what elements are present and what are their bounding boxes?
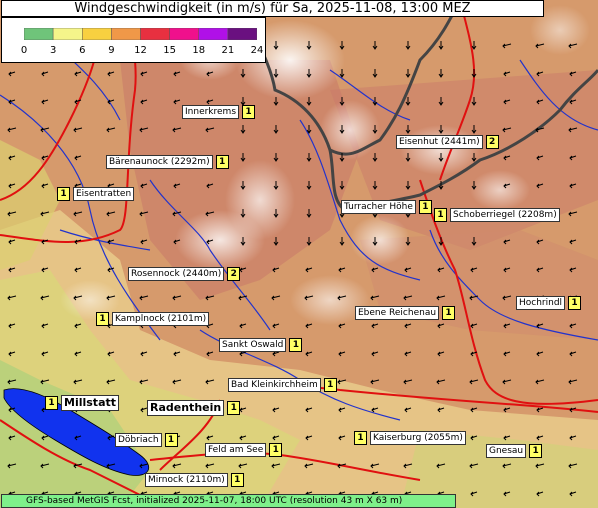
place-name: Rosennock (2440m) bbox=[128, 267, 225, 281]
wind-speed-badge: 1 bbox=[242, 105, 256, 119]
legend-swatch bbox=[169, 28, 199, 40]
place-label[interactable]: Bärenaunock (2292m) 1 bbox=[106, 155, 229, 169]
wind-speed-badge: 1 bbox=[57, 187, 70, 201]
wind-speed-badge: 1 bbox=[529, 444, 543, 458]
place-label[interactable]: 1 Millstatt bbox=[45, 395, 120, 411]
wind-speed-badge: 1 bbox=[227, 401, 241, 415]
legend-tick-label: 18 bbox=[192, 45, 206, 56]
legend-tick-label: 0 bbox=[20, 45, 28, 56]
place-name: Kamplnock (2101m) bbox=[112, 312, 210, 326]
place-name: Eisenhut (2441m) bbox=[396, 135, 483, 149]
place-name: Gnesau bbox=[486, 444, 527, 458]
legend-tick-label: 15 bbox=[163, 45, 176, 56]
legend-tick-label: 12 bbox=[134, 45, 147, 56]
place-name: Bärenaunock (2292m) bbox=[106, 155, 213, 169]
place-label[interactable]: 1 Kamplnock (2101m) bbox=[96, 312, 210, 326]
place-name: Sankt Oswald bbox=[219, 338, 287, 352]
place-label[interactable]: Ebene Reichenau 1 bbox=[355, 306, 456, 320]
place-label[interactable]: Hochrindl 1 bbox=[516, 296, 582, 310]
place-label[interactable]: Bad Kleinkirchheim 1 bbox=[228, 378, 337, 392]
legend-swatch bbox=[111, 28, 141, 40]
place-label[interactable]: Sankt Oswald 1 bbox=[219, 338, 303, 352]
wind-speed-badge: 1 bbox=[568, 296, 582, 310]
wind-speed-badge: 1 bbox=[45, 396, 58, 410]
wind-speed-badge: 1 bbox=[442, 306, 456, 320]
legend-colorbar bbox=[24, 28, 257, 40]
place-name: Kaiserburg (2055m) bbox=[370, 431, 466, 445]
place-label[interactable]: Rosennock (2440m) 2 bbox=[128, 267, 241, 281]
place-label[interactable]: Feld am See 1 bbox=[205, 443, 283, 457]
place-label[interactable]: Eisenhut (2441m) 2 bbox=[396, 135, 499, 149]
wind-speed-badge: 2 bbox=[485, 135, 499, 149]
place-label[interactable]: Radenthein 1 bbox=[147, 400, 241, 416]
place-name: Bad Kleinkirchheim bbox=[228, 378, 321, 392]
legend-swatch bbox=[52, 28, 83, 40]
place-label[interactable]: Döbriach 1 bbox=[115, 433, 178, 447]
legend-swatch bbox=[140, 28, 170, 40]
place-name: Mirnock (2110m) bbox=[145, 473, 228, 487]
wind-speed-badge: 1 bbox=[230, 473, 244, 487]
place-label[interactable]: Gnesau 1 bbox=[486, 444, 543, 458]
wind-speed-badge: 1 bbox=[323, 378, 337, 392]
legend-tick-label: 3 bbox=[49, 45, 57, 56]
place-name: Döbriach bbox=[115, 433, 162, 447]
legend-swatch bbox=[227, 28, 257, 40]
legend-tick-label: 9 bbox=[108, 45, 115, 56]
legend-tick-label: 24 bbox=[250, 45, 264, 56]
place-name: Millstatt bbox=[61, 395, 120, 411]
place-label[interactable]: Innerkrems 1 bbox=[182, 105, 256, 119]
legend-swatch bbox=[198, 28, 229, 40]
wind-speed-badge: 1 bbox=[354, 431, 367, 445]
wind-speed-badge: 1 bbox=[96, 312, 109, 326]
place-name: Schoberriegel (2208m) bbox=[450, 208, 560, 222]
forecast-footer: GFS-based MetGIS Fcst, initialized 2025-… bbox=[1, 494, 456, 508]
wind-speed-badge: 1 bbox=[215, 155, 229, 169]
place-label[interactable]: Mirnock (2110m) 1 bbox=[145, 473, 244, 487]
place-name: Radenthein bbox=[147, 400, 225, 416]
place-name: Feld am See bbox=[205, 443, 267, 457]
legend-tick-label: 6 bbox=[79, 45, 86, 56]
place-label[interactable]: 1 Eisentratten bbox=[57, 187, 135, 201]
place-name: Eisentratten bbox=[73, 187, 135, 201]
map-title: Windgeschwindigkeit (in m/s) für Sa, 202… bbox=[1, 0, 544, 17]
place-label[interactable]: Turracher Höhe 1 bbox=[341, 200, 432, 214]
place-name: Ebene Reichenau bbox=[355, 306, 440, 320]
wind-speed-badge: 2 bbox=[227, 267, 241, 281]
wind-speed-badge: 1 bbox=[289, 338, 303, 352]
place-name: Turracher Höhe bbox=[341, 200, 416, 214]
legend-tick-label: 21 bbox=[221, 45, 235, 56]
place-name: Innerkrems bbox=[182, 105, 240, 119]
legend-swatch bbox=[24, 28, 54, 40]
legend-swatch bbox=[82, 28, 112, 40]
wind-speed-badge: 1 bbox=[418, 200, 432, 214]
wind-speed-badge: 1 bbox=[164, 433, 178, 447]
wind-speed-badge: 1 bbox=[434, 208, 447, 222]
wind-legend: 0 3 6 9 12 15 18 21 24 bbox=[1, 17, 266, 63]
place-label[interactable]: 1 Schoberriegel (2208m) bbox=[434, 208, 560, 222]
terrain-map bbox=[0, 0, 598, 508]
wind-speed-badge: 1 bbox=[269, 443, 283, 457]
place-name: Hochrindl bbox=[516, 296, 566, 310]
place-label[interactable]: 1 Kaiserburg (2055m) bbox=[354, 431, 466, 445]
